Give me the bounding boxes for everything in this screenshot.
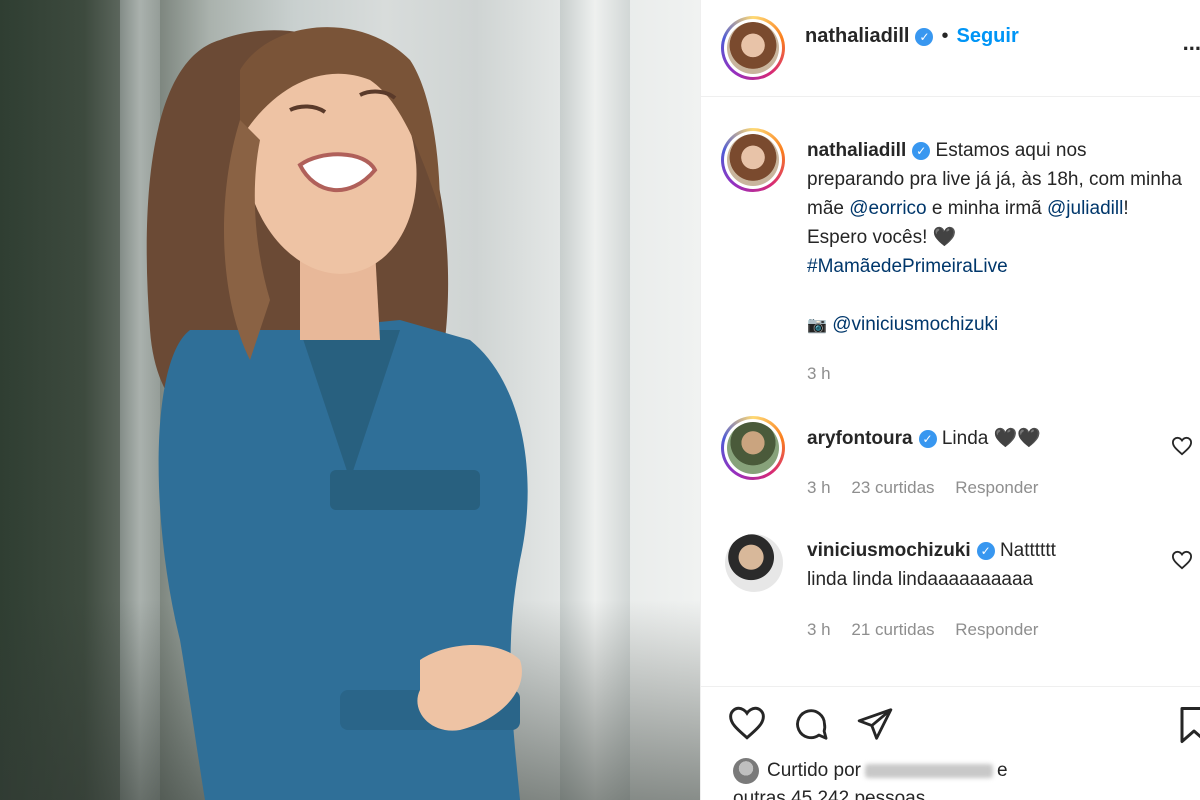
post-actions-bar <box>701 686 1200 756</box>
mention-link[interactable]: @juliadill <box>1047 198 1123 219</box>
comment-meta: 3 h 23 curtidas Responder <box>807 478 1054 498</box>
post-header: nathaliadill ✓ • Seguir ... <box>701 0 1200 97</box>
follow-button[interactable]: Seguir <box>956 25 1018 47</box>
verified-badge-icon: ✓ <box>912 142 931 160</box>
comment-username[interactable]: aryfontoura <box>807 428 913 449</box>
heart-outline-icon[interactable] <box>1171 550 1193 570</box>
comment-username[interactable]: viniciusmochizuki <box>807 540 971 561</box>
verified-badge-icon: ✓ <box>976 542 995 560</box>
author-username[interactable]: nathaliadill <box>805 25 909 47</box>
woman-laughing-illustration <box>146 27 528 800</box>
comment-likes[interactable]: 21 curtidas <box>851 620 934 639</box>
liked-by-suffix: e <box>997 760 1008 781</box>
photo-credit: 📷 @viniciusmochizuki <box>807 310 998 340</box>
post-details-panel: nathaliadill ✓ • Seguir ... nathaliadill ✓ E… <box>700 0 1200 800</box>
more-options-icon[interactable]: ... <box>1183 30 1200 56</box>
comment-icon[interactable] <box>791 705 831 743</box>
liked-by[interactable]: Curtido por e outras 45.242 pessoas <box>733 757 1173 800</box>
comment-text: aryfontoura ✓ Linda 🖤🖤 <box>807 424 1041 453</box>
mention-link[interactable]: @eorrico <box>849 198 926 219</box>
comment-body: Natttttt <box>999 540 1056 561</box>
verified-badge-icon: ✓ <box>915 28 934 46</box>
liker-avatar[interactable] <box>733 757 759 784</box>
liked-by-prefix: Curtido por <box>767 760 861 781</box>
verified-badge-icon: ✓ <box>918 430 937 448</box>
caption-username[interactable]: nathaliadill <box>807 140 906 161</box>
mention-link[interactable]: @viniciusmochizuki <box>832 314 998 335</box>
comment-body: linda linda lindaaaaaaaaaa <box>807 569 1034 590</box>
post-photo[interactable] <box>0 0 700 800</box>
comment-body: Linda 🖤🖤 <box>941 428 1041 449</box>
comment-avatar[interactable] <box>725 534 783 592</box>
caption-author-avatar[interactable] <box>721 128 785 192</box>
heart-outline-icon[interactable] <box>1171 436 1193 456</box>
share-icon[interactable] <box>855 705 895 743</box>
hashtag-link[interactable]: #MamãedePrimeiraLive <box>807 256 1008 277</box>
header-line: nathaliadill ✓ • Seguir <box>805 22 1019 52</box>
reply-button[interactable]: Responder <box>955 478 1038 497</box>
comment-time[interactable]: 3 h <box>807 620 831 639</box>
comment-likes[interactable]: 23 curtidas <box>851 478 934 497</box>
author-avatar[interactable] <box>721 16 785 80</box>
camera-icon: 📷 <box>807 317 827 334</box>
caption-time[interactable]: 3 h <box>807 364 831 384</box>
comment-text: viniciusmochizuki ✓ Natttttt linda linda … <box>807 536 1167 594</box>
comment-meta: 3 h 21 curtidas Responder <box>807 620 1054 640</box>
separator-dot: • <box>941 25 949 47</box>
reply-button[interactable]: Responder <box>955 620 1038 639</box>
comment-avatar[interactable] <box>721 416 785 480</box>
caption-text: nathaliadill ✓ Estamos aqui nos preparand… <box>807 136 1182 281</box>
likes-count[interactable]: outras 45.242 pessoas <box>733 788 925 800</box>
comment-time[interactable]: 3 h <box>807 478 831 497</box>
caption-text-part: e minha irmã <box>926 198 1047 219</box>
blurred-username <box>865 763 993 778</box>
heart-icon[interactable] <box>727 705 767 741</box>
bookmark-icon[interactable] <box>1179 705 1200 745</box>
